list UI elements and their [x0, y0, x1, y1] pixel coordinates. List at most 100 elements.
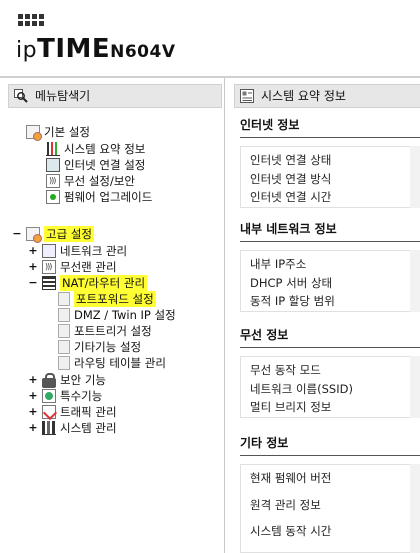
section-divider — [240, 347, 420, 348]
collapse-toggle[interactable]: − — [12, 226, 22, 242]
summary-icon — [240, 89, 254, 103]
tree-item-label: 기타기능 설정 — [74, 340, 142, 354]
wifi-icon — [42, 259, 56, 275]
info-row-label: 현재 펌웨어 버전 — [250, 471, 332, 485]
info-row-label: 네트워크 이름(SSID) — [250, 382, 353, 396]
tree-item-label: 무선 설정/보안 — [64, 174, 136, 188]
expand-toggle[interactable]: + — [28, 388, 38, 404]
wifi-icon — [46, 173, 60, 189]
page-icon — [58, 292, 70, 306]
system-summary-title: 시스템 요약 정보 — [261, 89, 346, 103]
tree-item-label: 포트포워드 설정 — [74, 291, 156, 307]
expand-toggle[interactable]: + — [28, 372, 38, 388]
info-row-label: DHCP 서버 상태 — [250, 276, 333, 290]
section-internet-info: 인터넷 정보 인터넷 연결 상태 인터넷 연결 방식 인터넷 연결 시간 — [240, 116, 420, 214]
section-divider — [240, 137, 420, 138]
magnifier-tree-icon — [14, 89, 28, 103]
info-row-label: 멀티 브리지 정보 — [250, 400, 332, 414]
value-column — [410, 146, 420, 208]
page-icon — [58, 356, 70, 370]
tree-node-label: 특수기능 — [60, 389, 103, 403]
tree-item-port-forward[interactable]: 포트포워드 설정 — [58, 291, 156, 307]
tree-node-basic-settings[interactable]: 기본 설정 — [26, 124, 90, 141]
section-divider — [240, 455, 420, 456]
tree-item-label: 포트트리거 설정 — [74, 324, 152, 338]
tree-node-label: 트래픽 관리 — [60, 405, 117, 419]
nat-icon — [42, 276, 56, 290]
tree-item-label: 펌웨어 업그레이드 — [64, 190, 153, 204]
tree-node-nat-router[interactable]: − NAT/라우터 관리 — [28, 275, 148, 291]
info-row-label: 인터넷 연결 시간 — [250, 190, 332, 204]
special-icon — [42, 389, 56, 403]
tree-node-label: 고급 설정 — [44, 226, 94, 242]
tree-item-label: 라우팅 테이블 관리 — [74, 356, 166, 370]
value-column — [410, 356, 420, 418]
section-divider — [240, 241, 420, 242]
section-title: 기타 정보 — [240, 436, 289, 450]
info-row-label: 인터넷 연결 방식 — [250, 172, 332, 186]
tree-node-wireless-management[interactable]: + 무선랜 관리 — [28, 259, 117, 275]
tree-item-routing-table[interactable]: 라우팅 테이블 관리 — [58, 355, 166, 371]
tree-node-label: 보안 기능 — [60, 373, 106, 387]
network-icon — [42, 244, 56, 258]
section-title: 무선 정보 — [240, 328, 289, 342]
tree-item-wireless-setup[interactable]: 무선 설정/보안 — [46, 173, 135, 189]
logo-grid-icon — [18, 14, 46, 26]
brand-logo[interactable]: ipTIMEN604V — [16, 34, 176, 64]
app-header: ipTIMEN604V — [0, 0, 420, 76]
settings-folder-icon — [26, 227, 42, 243]
brand-ip: ip — [16, 38, 38, 63]
tree-item-misc-features[interactable]: 기타기능 설정 — [58, 339, 141, 355]
collapse-toggle[interactable]: − — [28, 275, 38, 291]
settings-folder-icon — [26, 125, 42, 141]
tree-item-firmware-upgrade[interactable]: 펌웨어 업그레이드 — [46, 189, 152, 205]
tree-item-internet-setup[interactable]: 인터넷 연결 설정 — [46, 157, 145, 173]
expand-toggle[interactable]: + — [28, 420, 38, 436]
info-row-label: 동적 IP 할당 범위 — [250, 294, 335, 308]
tree-node-label: 기본 설정 — [44, 125, 90, 139]
lock-icon — [42, 373, 56, 388]
tree-node-label: 네트워크 관리 — [60, 244, 128, 258]
section-title: 내부 네트워크 정보 — [240, 222, 337, 236]
tree-node-label: 시스템 관리 — [60, 421, 117, 435]
brand-time: TIME — [37, 34, 111, 64]
menu-explorer-title: 메뉴탐색기 — [35, 89, 91, 103]
tree-item-dmz-twinip[interactable]: DMZ / Twin IP 설정 — [58, 307, 176, 323]
section-internal-network-info: 내부 네트워크 정보 내부 IP주소 DHCP 서버 상태 동적 IP 할당 범… — [240, 220, 420, 318]
expand-toggle[interactable]: + — [28, 243, 38, 259]
tree-item-system-summary[interactable]: 시스템 요약 정보 — [46, 141, 145, 157]
bar-chart-icon — [46, 142, 60, 156]
tree-node-label: NAT/라우터 관리 — [60, 275, 148, 291]
expand-toggle[interactable]: + — [28, 404, 38, 420]
info-row-label: 원격 관리 정보 — [250, 498, 321, 512]
tree-node-label: 무선랜 관리 — [60, 260, 117, 274]
expand-toggle[interactable]: + — [28, 259, 38, 275]
section-wireless-info: 무선 정보 무선 동작 모드 네트워크 이름(SSID) 멀티 브리지 정보 — [240, 326, 420, 424]
tree-item-port-trigger[interactable]: 포트트리거 설정 — [58, 323, 152, 339]
tree-item-label: DMZ / Twin IP 설정 — [74, 308, 176, 322]
system-icon — [42, 421, 56, 435]
page-icon — [58, 340, 70, 354]
monitor-icon — [46, 158, 60, 172]
model-name: N604V — [110, 42, 176, 62]
page-icon — [58, 324, 70, 338]
page-icon — [58, 308, 70, 322]
value-column — [410, 464, 420, 553]
section-other-info: 기타 정보 현재 펌웨어 버전 원격 관리 정보 시스템 동작 시간 — [240, 434, 420, 553]
menu-explorer-panel: 메뉴탐색기 기본 설정 시스템 요약 정보 인터넷 연결 설정 무선 설정/보안… — [0, 78, 225, 553]
section-title: 인터넷 정보 — [240, 118, 300, 132]
menu-explorer-header: 메뉴탐색기 — [8, 84, 222, 108]
info-row-label: 내부 IP주소 — [250, 257, 307, 271]
update-icon — [46, 190, 60, 204]
tree-item-label: 인터넷 연결 설정 — [64, 158, 146, 172]
tree-node-security[interactable]: + 보안 기능 — [28, 372, 106, 388]
info-row-label: 시스템 동작 시간 — [250, 524, 332, 538]
tree-item-label: 시스템 요약 정보 — [64, 142, 146, 156]
tree-node-advanced-settings[interactable]: − 고급 설정 — [12, 226, 94, 243]
tree-node-special-features[interactable]: + 특수기능 — [28, 388, 102, 404]
tree-node-network-management[interactable]: + 네트워크 관리 — [28, 243, 127, 259]
system-summary-header: 시스템 요약 정보 — [234, 84, 420, 108]
value-column — [410, 250, 420, 312]
tree-node-traffic[interactable]: + 트래픽 관리 — [28, 404, 117, 420]
tree-node-system-management[interactable]: + 시스템 관리 — [28, 420, 117, 436]
